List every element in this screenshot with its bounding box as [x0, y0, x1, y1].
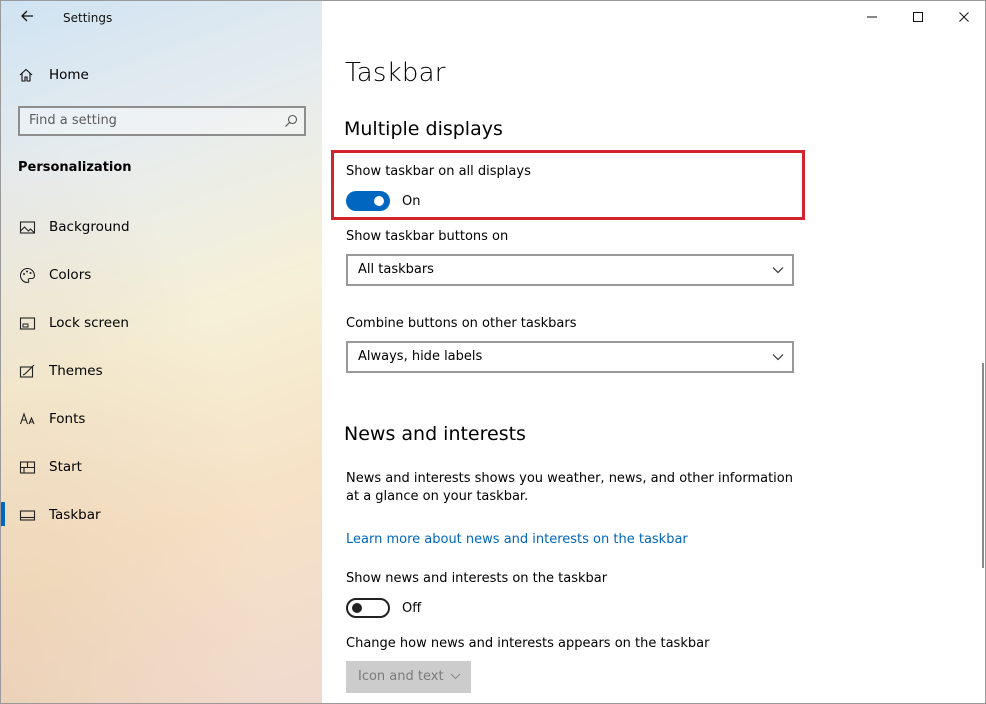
chevron-down-icon — [772, 267, 784, 274]
sidebar-item-label: Lock screen — [49, 315, 129, 331]
sidebar-item-fonts[interactable]: Fonts — [1, 404, 322, 434]
toggle-state-text: On — [402, 194, 421, 209]
minimize-button[interactable] — [849, 1, 895, 33]
dropdown-value: All taskbars — [358, 262, 434, 277]
toggle-knob — [374, 196, 384, 206]
search-input[interactable]: Find a setting — [29, 113, 117, 128]
toggle-state-text: Off — [402, 601, 422, 616]
buttons-on-label: Show taskbar buttons on — [346, 229, 509, 244]
fonts-icon — [19, 412, 35, 425]
picture-icon — [19, 221, 36, 234]
sidebar-item-colors[interactable]: Colors — [1, 260, 322, 290]
sidebar-item-label: Themes — [49, 363, 103, 379]
sidebar-item-lock-screen[interactable]: Lock screen — [1, 308, 322, 338]
palette-icon — [19, 267, 36, 284]
sidebar-item-start[interactable]: Start — [1, 452, 322, 482]
appearance-label: Change how news and interests appears on… — [346, 636, 710, 651]
show-all-displays-label: Show taskbar on all displays — [346, 164, 531, 179]
taskbar-icon — [19, 510, 36, 521]
highlight-box — [331, 150, 805, 220]
show-news-toggle[interactable] — [346, 598, 390, 618]
show-news-label: Show news and interests on the taskbar — [346, 571, 608, 586]
maximize-icon — [913, 12, 923, 22]
search-icon[interactable] — [284, 114, 298, 128]
start-icon — [19, 461, 36, 474]
news-description: News and interests shows you weather, ne… — [346, 471, 793, 504]
sidebar-item-themes[interactable]: Themes — [1, 356, 322, 386]
dropdown-value: Always, hide labels — [358, 349, 483, 364]
sidebar-item-background[interactable]: Background — [1, 212, 322, 242]
show-all-displays-toggle[interactable] — [346, 191, 390, 211]
section-heading-news: News and interests — [344, 423, 526, 445]
home-icon — [19, 68, 33, 82]
combine-dropdown[interactable]: Always, hide labels — [346, 341, 794, 373]
chevron-down-icon — [450, 673, 461, 680]
learn-more-link[interactable]: Learn more about news and interests on t… — [346, 532, 688, 547]
settings-window: Settings Home Find a setting Personaliza… — [0, 0, 986, 704]
combine-label: Combine buttons on other taskbars — [346, 316, 577, 331]
home-nav-item[interactable]: Home — [18, 64, 89, 86]
section-heading-multiple-displays: Multiple displays — [344, 118, 503, 140]
buttons-on-dropdown[interactable]: All taskbars — [346, 254, 794, 286]
home-label: Home — [49, 67, 89, 83]
sidebar-item-label: Fonts — [49, 411, 86, 427]
minimize-icon — [867, 16, 877, 18]
toggle-knob — [352, 603, 362, 613]
sidebar-item-label: Start — [49, 459, 82, 475]
search-box[interactable]: Find a setting — [18, 106, 306, 136]
scrollbar-thumb[interactable] — [982, 363, 984, 568]
sidebar-item-label: Background — [49, 219, 130, 235]
close-icon — [959, 12, 969, 22]
section-label: Personalization — [18, 160, 132, 175]
sidebar-item-label: Taskbar — [49, 507, 101, 523]
back-button[interactable] — [13, 5, 41, 31]
chevron-down-icon — [772, 354, 784, 361]
sidebar-item-taskbar[interactable]: Taskbar — [1, 500, 322, 530]
close-button[interactable] — [941, 1, 985, 33]
window-controls — [849, 1, 985, 33]
sidebar: Settings Home Find a setting Personaliza… — [1, 1, 322, 703]
maximize-button[interactable] — [895, 1, 941, 33]
content-pane: Taskbar Multiple displays Show taskbar o… — [322, 1, 985, 703]
app-title: Settings — [63, 11, 113, 25]
lock-screen-icon — [19, 317, 36, 330]
sidebar-item-label: Colors — [49, 267, 92, 283]
appearance-dropdown[interactable]: Icon and text — [346, 661, 471, 693]
back-arrow-icon — [21, 10, 33, 22]
dropdown-value: Icon and text — [358, 669, 444, 684]
themes-icon — [19, 364, 35, 378]
page-title: Taskbar — [345, 58, 446, 88]
